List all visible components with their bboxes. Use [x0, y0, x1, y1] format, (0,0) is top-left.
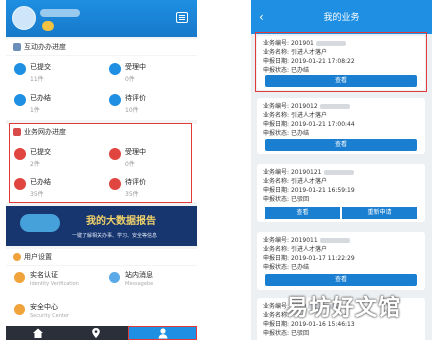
watermark: 易坊好文馆: [286, 296, 402, 321]
section-title-user-settings: 用户设置: [6, 249, 197, 265]
screenshot: 互动办办进度 已提交 11件 受理中 0件 已办结 1件 待评价 10件 业务网…: [0, 0, 439, 340]
big-data-report-banner[interactable]: 我的大数据报告 一键了解相关办事、学习、安全等信息: [6, 206, 197, 246]
reapply-button[interactable]: 重新申请: [342, 207, 417, 219]
location-icon[interactable]: [90, 327, 102, 339]
highlight-box-online: [9, 123, 192, 203]
bottom-tab-bar: [6, 326, 197, 340]
id-card-icon: [14, 272, 25, 283]
interact-completed[interactable]: 已办结 1件: [6, 90, 96, 122]
business-header: ‹ 我的业务: [251, 0, 432, 34]
user-name-blurred: [40, 9, 80, 17]
view-button[interactable]: 查看: [265, 139, 417, 151]
cloud-icon: [20, 214, 60, 232]
user-level-badge: [42, 21, 54, 31]
business-card: 业务编号: 20190121 业务名称: 引进人才落户 申报日期: 2019-0…: [257, 164, 425, 222]
my-business-screen: ‹ 我的业务 业务编号: 201901 业务名称: 引进人才落户 申报日期: 2…: [251, 0, 432, 340]
business-card: 业务编号: 2019011 业务名称: 引进人才落户 申报日期: 2019-01…: [257, 232, 425, 290]
page-title: 我的业务: [323, 13, 360, 23]
doc-icon: [13, 43, 21, 51]
view-button[interactable]: 查看: [265, 207, 340, 219]
interact-submitted[interactable]: 已提交 11件: [6, 59, 96, 91]
progress-icon: [109, 63, 121, 75]
business-card: 业务编号: 2019012 业务名称: 引进人才落户 申报日期: 2019-01…: [257, 98, 425, 154]
avatar[interactable]: [12, 6, 36, 30]
user-icon: [13, 253, 21, 261]
message-icon: [109, 272, 120, 283]
interact-processing[interactable]: 受理中 0件: [101, 59, 191, 91]
folder-icon: [14, 94, 26, 106]
interact-to-review[interactable]: 待评价 10件: [101, 90, 191, 122]
security-center[interactable]: 安全中心 Security Center: [6, 301, 96, 323]
highlight-box-first-card: [255, 32, 427, 92]
shield-icon: [14, 304, 25, 315]
interact-progress-grid: 已提交 11件 受理中 0件 已办结 1件 待评价 10件: [6, 56, 197, 120]
highlight-box-profile-tab: [128, 326, 197, 340]
menu-icon[interactable]: [176, 12, 188, 23]
check-icon: [14, 63, 26, 75]
site-messages[interactable]: 站内消息 Messagebe: [101, 269, 191, 291]
home-icon[interactable]: [32, 327, 44, 339]
user-settings-grid: 实名认证 Identity Verification 站内消息 Messageb…: [6, 266, 197, 326]
section-title-interact: 互动办办进度: [6, 39, 197, 55]
thumbs-up-icon: [109, 94, 121, 106]
profile-screen: 互动办办进度 已提交 11件 受理中 0件 已办结 1件 待评价 10件 业务网…: [6, 0, 197, 340]
profile-header: [6, 0, 197, 37]
identity-verification[interactable]: 实名认证 Identity Verification: [6, 269, 96, 291]
view-button[interactable]: 查看: [265, 274, 417, 286]
